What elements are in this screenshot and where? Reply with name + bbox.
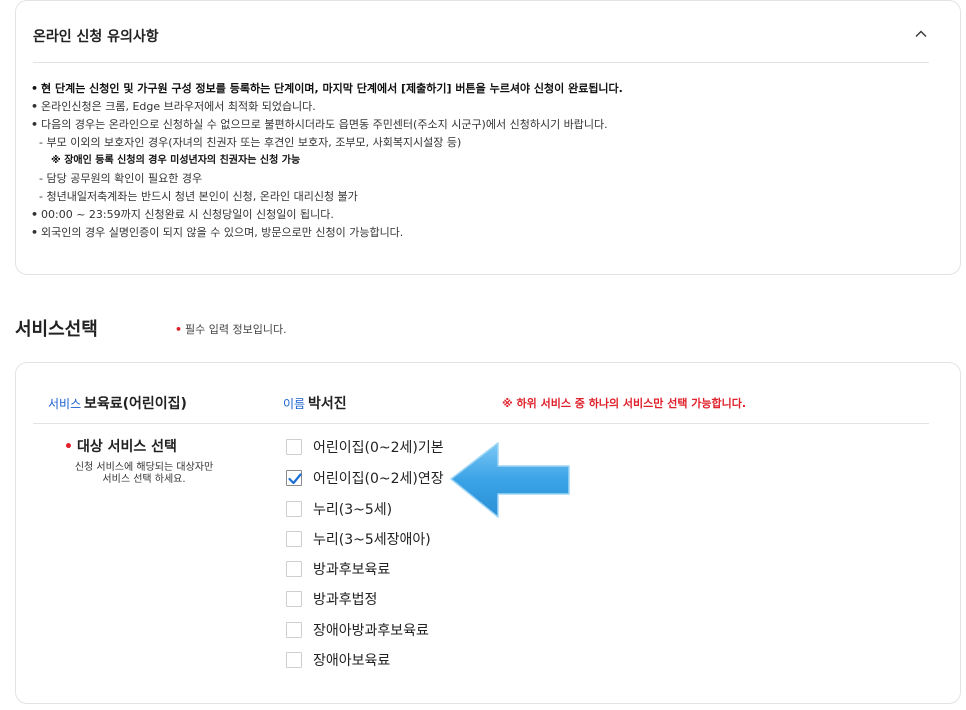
required-dot: •	[175, 323, 183, 336]
service-option-3[interactable]: 누리(3~5세장애아)	[286, 529, 431, 549]
notice-line: • 현 단계는 신청인 및 가구원 구성 정보를 등록하는 단계이며, 마지막 단…	[31, 82, 623, 95]
checkbox-checked[interactable]	[286, 470, 302, 486]
required-dot: •	[64, 439, 73, 455]
notice-line: • 00:00 ~ 23:59까지 신청완료 시 신청당일이 신청일이 됩니다.	[31, 208, 334, 221]
service-label: 서비스	[48, 397, 82, 411]
service-option-6[interactable]: 장애아방과후보육료	[286, 620, 429, 640]
option-label: 장애아방과후보육료	[313, 623, 429, 639]
chevron-up-icon[interactable]	[915, 28, 927, 40]
option-label: 어린이집(0~2세)기본	[313, 440, 444, 456]
target-service-description: 신청 서비스에 해당되는 대상자만 서비스 선택 하세요.	[74, 462, 214, 485]
checkbox[interactable]	[286, 531, 302, 547]
service-option-5[interactable]: 방과후법정	[286, 589, 377, 609]
name-label: 이름	[283, 397, 306, 411]
service-option-2[interactable]: 누리(3~5세)	[286, 499, 392, 519]
service-option-0[interactable]: 어린이집(0~2세)기본	[286, 437, 444, 457]
section-title: 서비스선택	[15, 319, 98, 340]
name-value: 박서진	[308, 396, 347, 412]
notice-list: • 현 단계는 신청인 및 가구원 구성 정보를 등록하는 단계이며, 마지막 단…	[31, 80, 931, 242]
required-note: • 필수 입력 정보입니다.	[175, 321, 287, 337]
required-note-text: 필수 입력 정보입니다.	[185, 323, 287, 336]
option-label: 방과후법정	[313, 592, 378, 608]
service-panel	[15, 362, 961, 704]
checkbox[interactable]	[286, 652, 302, 668]
service-value: 보육료(어린이집)	[84, 396, 187, 412]
checkbox[interactable]	[286, 561, 302, 577]
checkbox[interactable]	[286, 622, 302, 638]
notice-subline: - 담당 공무원의 확인이 필요한 경우	[39, 172, 203, 185]
checkbox[interactable]	[286, 501, 302, 517]
target-service-title: • 대상 서비스 선택	[64, 439, 177, 455]
service-option-1[interactable]: 어린이집(0~2세)연장	[286, 468, 444, 488]
option-label: 누리(3~5세)	[313, 502, 393, 518]
option-label: 누리(3~5세장애아)	[313, 532, 431, 548]
notice-line: • 온라인신청은 크롬, Edge 브라우저에서 최적화 되었습니다.	[31, 100, 316, 113]
notice-title: 온라인 신청 유의사항	[33, 29, 159, 45]
service-option-7[interactable]: 장애아보육료	[286, 650, 390, 670]
checkbox[interactable]	[286, 591, 302, 607]
service-divider	[33, 423, 929, 424]
option-label: 방과후보육료	[313, 562, 391, 578]
check-icon	[288, 473, 302, 485]
service-option-4[interactable]: 방과후보육료	[286, 559, 390, 579]
option-label: 장애아보육료	[313, 653, 391, 669]
notice-line: • 외국인의 경우 실명인증이 되지 않을 수 있으며, 방문으로만 신청이 가능…	[31, 226, 404, 239]
single-selection-warning: ※ 하위 서비스 중 하나의 서비스만 선택 가능합니다.	[502, 397, 747, 410]
checkbox[interactable]	[286, 439, 302, 455]
notice-subline: - 청년내일저축계좌는 반드시 청년 본인이 신청, 온라인 대리신청 불가	[39, 190, 358, 203]
notice-line: • 다음의 경우는 온라인으로 신청하실 수 없으므로 불편하시더라도 읍면동 주…	[31, 118, 608, 131]
option-label: 어린이집(0~2세)연장	[313, 471, 444, 487]
notice-subline: - 부모 이외의 보호자인 경우(자녀의 친권자 또는 후견인 보호자, 조부모…	[39, 136, 462, 149]
arrow-left-icon	[450, 442, 570, 518]
notice-divider	[33, 62, 929, 63]
notice-note: ※ 장애인 등록 신청의 경우 미성년자의 친권자는 신청 가능	[51, 155, 301, 166]
